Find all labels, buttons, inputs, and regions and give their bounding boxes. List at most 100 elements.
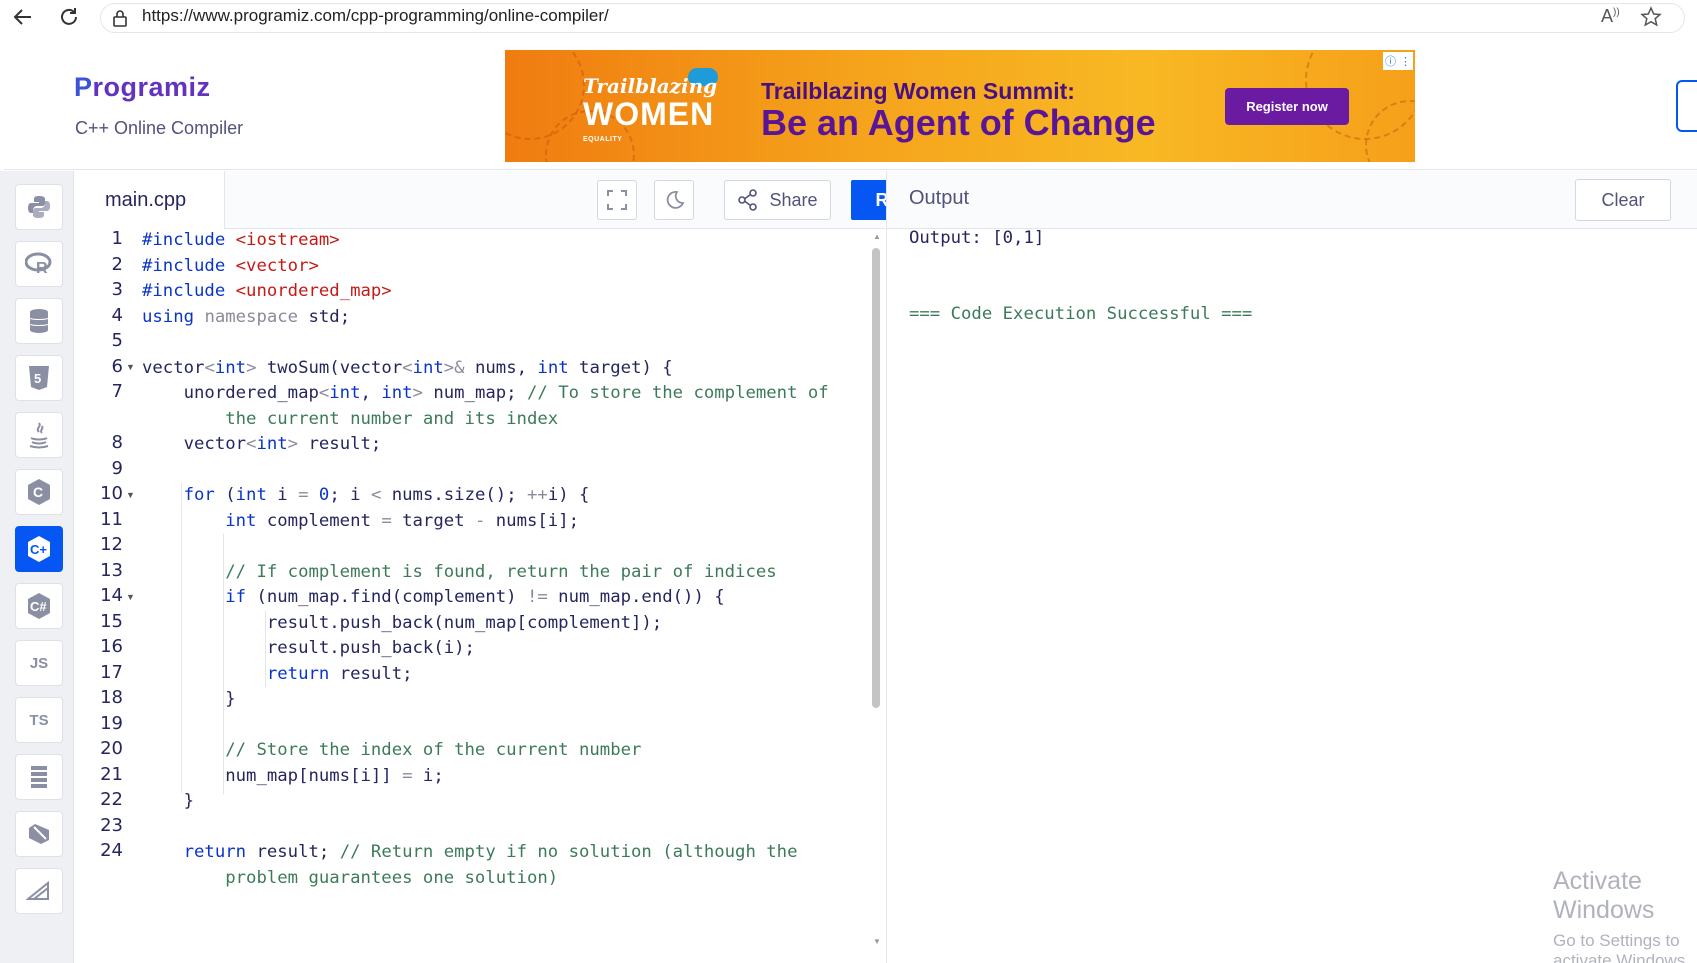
code-line: result.push_back(i); xyxy=(142,638,475,658)
line-number: 24 xyxy=(100,840,123,861)
line-number: 2 xyxy=(111,253,123,275)
fold-toggle-icon[interactable]: ▼ xyxy=(126,592,135,602)
line-number: 12 xyxy=(100,534,123,555)
svg-text:C#: C# xyxy=(30,599,47,614)
favorite-star-icon[interactable] xyxy=(1640,6,1662,33)
fullscreen-icon[interactable] xyxy=(597,180,637,220)
dark-mode-moon-icon[interactable] xyxy=(654,180,694,220)
url-text[interactable]: https://www.programiz.com/cpp-programmin… xyxy=(142,6,609,26)
code-line: #include <vector> xyxy=(142,255,319,276)
line-number: 16 xyxy=(100,636,123,657)
line-number: 11 xyxy=(100,508,123,530)
line-number: 21 xyxy=(100,763,123,785)
programiz-logo[interactable]: Programiz xyxy=(74,72,211,103)
line-number: 20 xyxy=(100,738,123,759)
typescript-icon[interactable]: TS xyxy=(15,697,63,743)
header-edge-button[interactable] xyxy=(1676,80,1697,132)
windows-activation-watermark: Activate Windows Go to Settings to activ… xyxy=(1553,867,1690,963)
line-number: 4 xyxy=(111,304,123,326)
line-number-gutter: 1 2 3 4 5 6 ▼ 7 8 9 10 ▼ 11 12 13 14 ▼ 1… xyxy=(75,229,141,963)
line-number: 10 xyxy=(100,483,123,504)
go-language-icon[interactable] xyxy=(15,754,63,800)
line-number: 5 xyxy=(111,330,123,351)
c-language-icon[interactable]: C xyxy=(15,469,63,515)
clear-button[interactable]: Clear xyxy=(1575,179,1671,221)
line-number: 19 xyxy=(100,712,123,734)
output-title: Output xyxy=(909,187,970,209)
r-language-icon[interactable]: R xyxy=(15,241,63,287)
fold-toggle-icon[interactable]: ▼ xyxy=(126,362,135,372)
output-result: Output: [0,1] xyxy=(909,228,1045,248)
ad-brand: Trailblazing WOMEN EQUALITY xyxy=(583,74,718,143)
advertisement-banner[interactable]: Trailblazing WOMEN EQUALITY Trailblazing… xyxy=(505,50,1415,162)
line-number: 23 xyxy=(100,814,123,836)
code-line: #include <iostream> xyxy=(142,230,340,250)
html5-icon[interactable]: 5 xyxy=(15,355,63,401)
ad-register-button[interactable]: Register now xyxy=(1225,88,1349,125)
code-line: unordered_map<int, int> num_map; // To s… xyxy=(142,383,829,403)
line-number: 15 xyxy=(100,610,123,632)
svg-text:C: C xyxy=(33,484,43,500)
code-line: int complement = target - nums[i]; xyxy=(225,510,579,531)
code-line: using namespace std; xyxy=(142,306,351,327)
code-line: return result; xyxy=(266,663,413,684)
line-number: 22 xyxy=(100,789,123,810)
fold-toggle-icon[interactable]: ▼ xyxy=(126,490,135,500)
line-number: 18 xyxy=(100,687,123,708)
line-number: 17 xyxy=(100,661,123,683)
share-label: Share xyxy=(769,189,818,210)
scroll-up-arrow-icon[interactable]: ▲ xyxy=(873,232,881,241)
line-number: 8 xyxy=(111,432,123,453)
code-line: // Store the index of the current number xyxy=(225,740,642,760)
ad-headline: Trailblazing Women Summit: xyxy=(761,78,1075,104)
read-aloud-icon[interactable]: A)) xyxy=(1601,6,1620,27)
svg-text:C+: C+ xyxy=(30,542,47,557)
page-subtitle: C++ Online Compiler xyxy=(75,118,244,138)
code-line: if (num_map.find(complement) != num_map.… xyxy=(225,587,725,607)
code-editor[interactable]: 1 2 3 4 5 6 ▼ 7 8 9 10 ▼ 11 12 13 14 ▼ 1… xyxy=(75,229,885,963)
code-line: for (int i = 0; i < nums.size(); ++i) { xyxy=(183,485,590,505)
python-icon[interactable] xyxy=(15,184,63,230)
refresh-icon[interactable] xyxy=(56,4,82,30)
editor-scrollbar[interactable] xyxy=(872,248,880,708)
java-icon[interactable] xyxy=(15,412,63,458)
line-number: 6 xyxy=(111,355,123,377)
line-number: 14 xyxy=(100,585,123,606)
javascript-icon[interactable]: JS xyxy=(15,640,63,686)
output-panel: Output: [0,1] === Code Execution Success… xyxy=(886,228,1697,963)
code-line: // If complement is found, return the pa… xyxy=(225,561,777,582)
code-line: } xyxy=(142,689,236,709)
code-line: problem guarantees one solution) xyxy=(142,867,559,888)
code-line: return result; // Return empty if no sol… xyxy=(183,842,798,862)
code-line: the current number and its index xyxy=(142,408,559,429)
share-icon xyxy=(738,189,758,211)
ad-tagline: Be an Agent of Change xyxy=(761,102,1156,143)
execution-status: === Code Execution Successful === xyxy=(909,304,1253,324)
rust-language-icon[interactable] xyxy=(15,868,63,914)
scroll-down-arrow-icon[interactable]: ▼ xyxy=(873,937,881,946)
output-toolbar: Output Clear xyxy=(886,171,1697,229)
svg-text:5: 5 xyxy=(34,371,41,386)
csharp-language-icon[interactable]: C# xyxy=(15,583,63,629)
code-line: vector<int> twoSum(vector<int>& nums, in… xyxy=(142,357,673,378)
cpp-language-icon[interactable]: C+ xyxy=(15,526,63,572)
swift-language-icon[interactable] xyxy=(15,811,63,857)
line-number: 3 xyxy=(111,279,123,300)
code-line: } xyxy=(142,791,195,811)
back-arrow-icon[interactable] xyxy=(10,4,36,30)
file-tab-main-cpp[interactable]: main.cpp xyxy=(75,171,225,229)
lock-icon[interactable] xyxy=(112,9,128,32)
line-number: 9 xyxy=(111,457,123,479)
share-button[interactable]: Share xyxy=(724,180,831,220)
code-line: result.push_back(num_map[complement]); xyxy=(142,612,663,633)
line-number: 13 xyxy=(100,559,123,581)
line-number: 1 xyxy=(111,229,123,249)
svg-text:R: R xyxy=(36,260,48,276)
code-line: num_map[nums[i]] = i; xyxy=(142,765,444,786)
code-line: vector<int> result; xyxy=(142,434,382,454)
sql-database-icon[interactable] xyxy=(15,298,63,344)
editor-toolbar: main.cpp Share Run xyxy=(75,171,935,229)
ad-info-icon[interactable]: ⓘ ⋮ xyxy=(1383,52,1413,70)
line-number: 7 xyxy=(111,381,123,402)
code-content[interactable]: #include <iostream> #include <vector> #i… xyxy=(142,229,862,963)
